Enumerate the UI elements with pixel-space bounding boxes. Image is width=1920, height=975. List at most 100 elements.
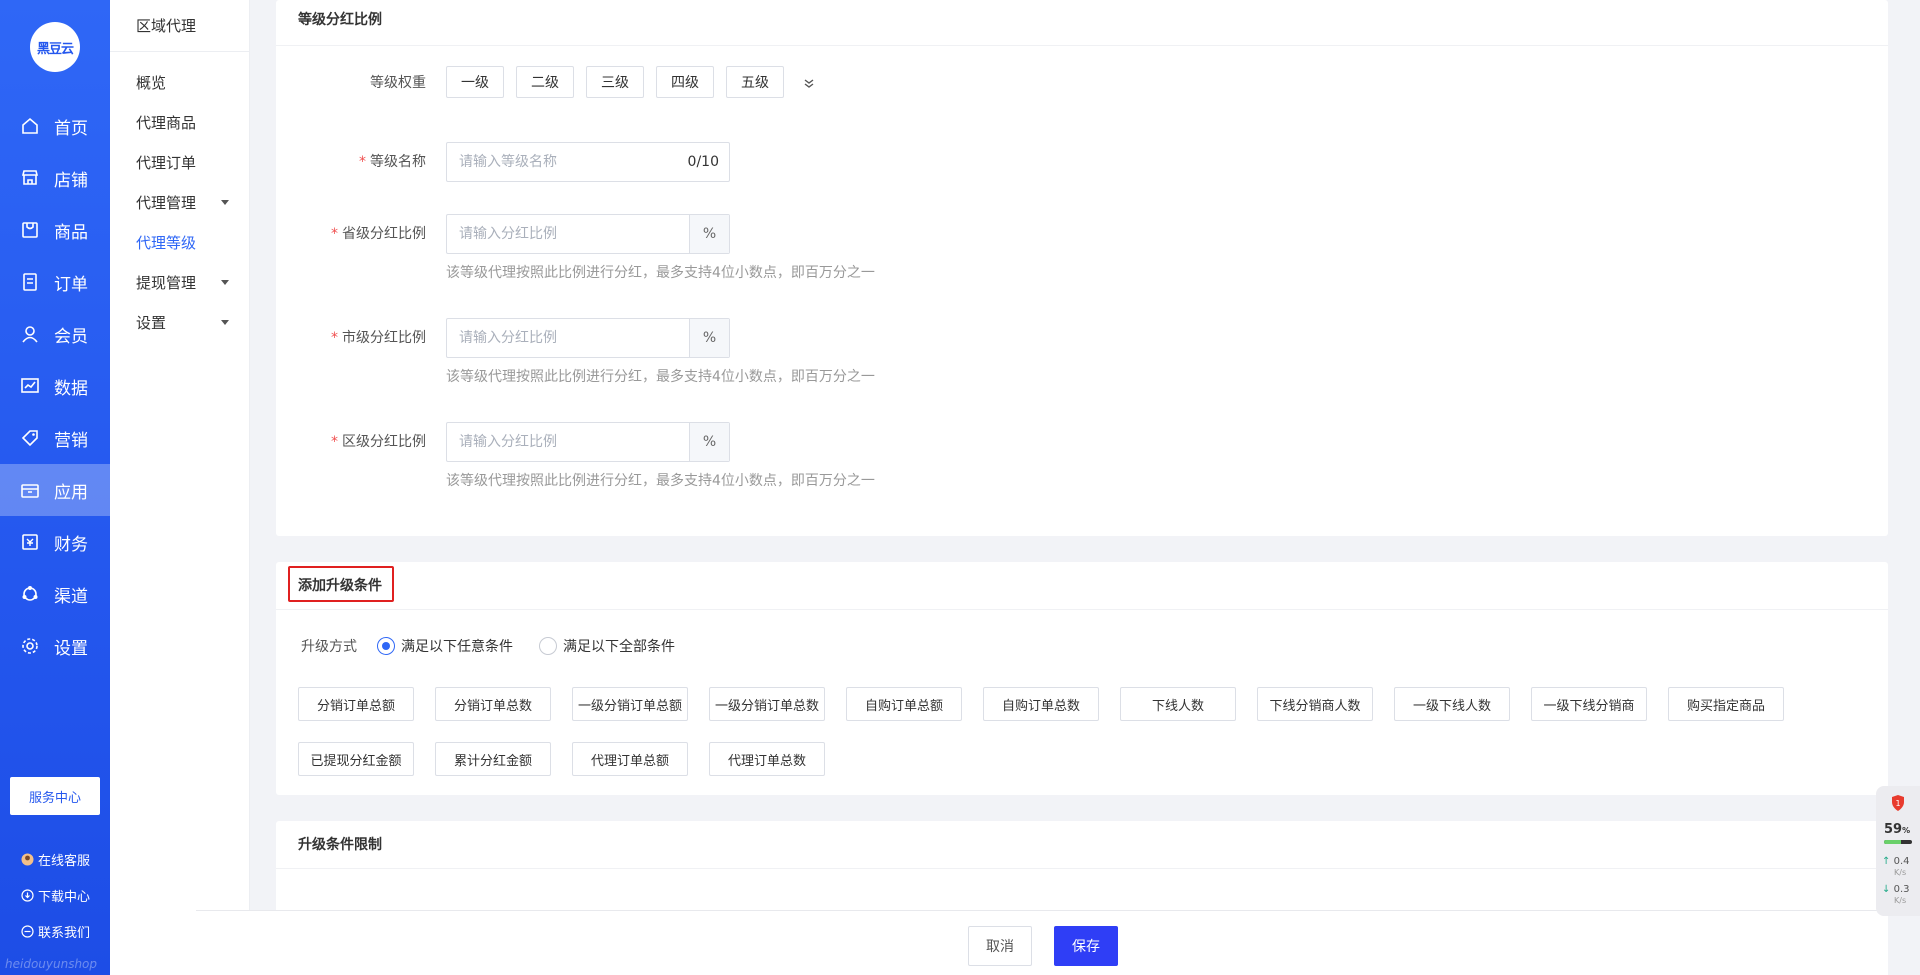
app-icon	[20, 480, 40, 500]
nav-item-label: 数据	[54, 378, 88, 399]
primary-nav: 首页店铺商品订单会员数据营销 应用财务渠道 设置	[0, 100, 110, 672]
nav-item-label: 财务	[54, 534, 88, 555]
ratio-hint: 该等级代理按照此比例进行分红，最多支持4位小数点，即百万分之一	[446, 265, 875, 281]
condition-button[interactable]: 累计分红金额	[435, 742, 551, 776]
city-ratio-input[interactable]	[447, 319, 689, 357]
radio-unchecked-icon	[539, 637, 557, 655]
condition-button[interactable]: 代理订单总额	[572, 742, 688, 776]
radio-checked-icon	[377, 637, 395, 655]
secondary-sidebar: 区域代理 概览 代理商品 代理订单代理管理代理等级 提现管理 设置	[110, 0, 250, 975]
condition-button[interactable]: 下线分销商人数	[1257, 687, 1373, 721]
condition-button[interactable]: 分销订单总数	[435, 687, 551, 721]
level-weight-button[interactable]: 三级	[586, 66, 644, 98]
secondary-nav-item[interactable]: 代理订单	[110, 142, 249, 182]
gear-icon	[20, 636, 40, 656]
nav-item-label: 店铺	[54, 170, 88, 191]
store-icon	[20, 168, 40, 188]
nav-item[interactable]: 店铺	[0, 152, 110, 204]
order-icon	[20, 272, 40, 292]
condition-button[interactable]: 自购订单总数	[983, 687, 1099, 721]
avatar-icon	[20, 853, 34, 867]
level-weight-button[interactable]: 五级	[726, 66, 784, 98]
arrow-up-icon: ↑	[1882, 856, 1891, 867]
province-ratio-label: * 省级分红比例	[331, 226, 426, 242]
condition-button[interactable]: 一级下线分销商	[1531, 687, 1647, 721]
district-ratio-label: * 区级分红比例	[331, 434, 426, 450]
mode-any-radio[interactable]: 满足以下任意条件	[377, 636, 513, 656]
secondary-nav-label: 代理管理	[136, 193, 197, 212]
secondary-nav-item[interactable]: 提现管理	[110, 262, 249, 302]
level-weight-button[interactable]: 四级	[656, 66, 714, 98]
condition-button[interactable]: 一级分销订单总数	[709, 687, 825, 721]
nav-item[interactable]: 渠道	[0, 568, 110, 620]
condition-button[interactable]: 自购订单总额	[846, 687, 962, 721]
save-button[interactable]: 保存	[1054, 926, 1118, 966]
expand-icon[interactable]	[802, 66, 816, 100]
nav-item[interactable]: 应用	[0, 464, 110, 516]
condition-button[interactable]: 下线人数	[1120, 687, 1236, 721]
contact-icon	[20, 925, 34, 939]
nav-item[interactable]: 设置	[0, 620, 110, 672]
ratio-hint: 该等级代理按照此比例进行分红，最多支持4位小数点，即百万分之一	[446, 369, 875, 385]
system-monitor-widget[interactable]: 1 59% ↑ 0.4 K/s ↓ 0.3 K/s	[1876, 786, 1920, 916]
download-center-label: 下载中心	[38, 890, 91, 905]
cpu-percent: 59%	[1884, 822, 1911, 837]
percent-suffix: %	[689, 319, 729, 357]
level-name-input[interactable]	[447, 143, 678, 181]
finance-icon	[20, 532, 40, 552]
nav-item-label: 会员	[54, 326, 88, 347]
caret-down-icon	[221, 279, 229, 285]
cancel-button[interactable]: 取消	[968, 926, 1032, 966]
city-ratio-row: *市级分红比例 % 该等级代理按照此比例进行分红，最多支持4位小数点，即百万分之…	[276, 318, 875, 386]
level-weight-button[interactable]: 一级	[446, 66, 504, 98]
chart-icon	[20, 376, 40, 396]
district-ratio-input-group: %	[446, 422, 730, 462]
download-center-link[interactable]: 下载中心	[20, 886, 90, 905]
secondary-nav-item[interactable]: 概览	[110, 62, 249, 102]
nav-item-label: 订单	[54, 274, 88, 295]
svg-text:1: 1	[1895, 799, 1900, 808]
nav-item[interactable]: 数据	[0, 360, 110, 412]
condition-button[interactable]: 一级分销订单总额	[572, 687, 688, 721]
arrow-down-icon: ↓	[1882, 884, 1891, 895]
condition-button[interactable]: 一级下线人数	[1394, 687, 1510, 721]
nav-item-label: 商品	[54, 222, 88, 243]
secondary-nav-item[interactable]: 代理等级	[110, 222, 249, 262]
city-ratio-label: * 市级分红比例	[331, 330, 426, 346]
percent-suffix: %	[689, 215, 729, 253]
secondary-sidebar-title: 区域代理	[110, 0, 249, 52]
level-weight-buttons: 一级 二级 三级 四级 五级	[446, 66, 796, 98]
brand-logo[interactable]: 黑豆云	[30, 22, 80, 72]
city-ratio-input-group: %	[446, 318, 730, 358]
section-title: 等级分红比例	[276, 0, 1888, 46]
contact-us-link[interactable]: 联系我们	[20, 922, 90, 941]
mode-all-radio[interactable]: 满足以下全部条件	[539, 636, 675, 656]
goods-icon	[20, 220, 40, 240]
province-ratio-input[interactable]	[447, 215, 689, 253]
char-count: 0/10	[687, 154, 719, 170]
online-service-link[interactable]: 在线客服	[20, 850, 90, 869]
ratio-hint: 该等级代理按照此比例进行分红，最多支持4位小数点，即百万分之一	[446, 473, 875, 489]
level-name-row: *等级名称 0/10	[276, 142, 730, 182]
level-weight-button[interactable]: 二级	[516, 66, 574, 98]
level-dividend-card: 等级分红比例 等级权重 一级二级三级四级五级 *等级名称 0/10 *省级分红比…	[276, 0, 1888, 536]
secondary-nav-item[interactable]: 代理管理	[110, 182, 249, 222]
nav-item[interactable]: 订单	[0, 256, 110, 308]
nav-item[interactable]: 商品	[0, 204, 110, 256]
nav-item[interactable]: 财务	[0, 516, 110, 568]
nav-item[interactable]: 首页	[0, 100, 110, 152]
nav-item[interactable]: 会员	[0, 308, 110, 360]
level-weight-label: 等级权重	[370, 75, 426, 91]
secondary-nav-item[interactable]: 代理商品	[110, 102, 249, 142]
level-name-input-group: 0/10	[446, 142, 730, 182]
section-title: 添加升级条件	[276, 562, 1888, 610]
condition-button[interactable]: 代理订单总数	[709, 742, 825, 776]
district-ratio-input[interactable]	[447, 423, 689, 461]
condition-button[interactable]: 购买指定商品	[1668, 687, 1784, 721]
condition-button[interactable]: 已提现分红金额	[298, 742, 414, 776]
condition-button[interactable]: 分销订单总额	[298, 687, 414, 721]
upgrade-mode-label: 升级方式	[301, 639, 357, 655]
nav-item[interactable]: 营销	[0, 412, 110, 464]
service-center-button[interactable]: 服务中心	[10, 777, 100, 815]
secondary-nav-item[interactable]: 设置	[110, 302, 249, 342]
